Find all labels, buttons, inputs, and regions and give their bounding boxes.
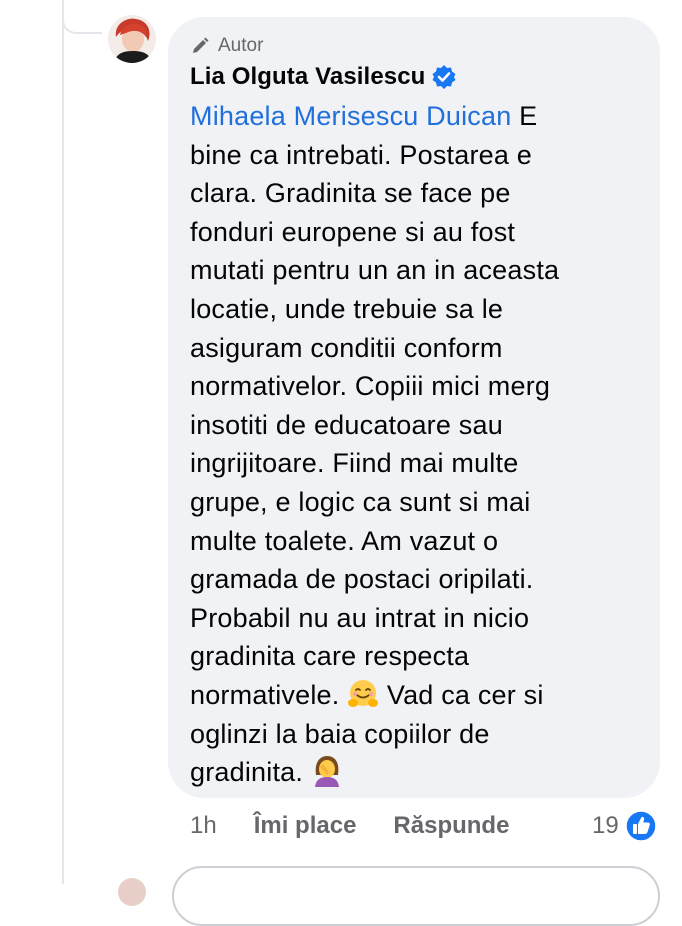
reply-avatar bbox=[118, 878, 146, 906]
text-line: fonduri europene si au fost bbox=[190, 216, 516, 247]
like-reaction-icon bbox=[624, 810, 657, 842]
text-line: mutati pentru un an in aceasta bbox=[190, 255, 560, 286]
text-line: bine ca intrebati. Postarea e bbox=[190, 139, 533, 170]
text-line: grupe, e logic ca sunt si mai bbox=[190, 486, 531, 517]
avatar-portrait-icon bbox=[108, 15, 156, 63]
text-line: locatie, unde trebuie sa le bbox=[190, 293, 504, 324]
avatar[interactable] bbox=[108, 15, 156, 63]
pencil-icon bbox=[193, 37, 209, 53]
text-line: normativele. bbox=[190, 679, 340, 710]
reaction-count: 19 bbox=[592, 812, 619, 839]
reply-button[interactable]: Răspunde bbox=[393, 812, 509, 840]
verified-badge-icon bbox=[432, 65, 456, 89]
reply-input[interactable] bbox=[172, 866, 660, 926]
text-line: gramada de postaci oripilati. bbox=[190, 564, 534, 595]
text-line: oglinzi la baia copiilor de bbox=[190, 718, 490, 749]
author-name[interactable]: Lia Olguta Vasilescu bbox=[190, 63, 425, 91]
text-line: gradinita care respecta bbox=[190, 641, 470, 672]
comment-text: Mihaela Merisescu Duican E bine ca intre… bbox=[190, 97, 638, 792]
text-line: asiguram conditii conform bbox=[190, 332, 503, 363]
comment-time: 1h bbox=[190, 812, 217, 839]
text-line: insotiti de educatoare sau bbox=[190, 409, 503, 440]
reaction-summary[interactable]: 19 bbox=[592, 808, 657, 844]
author-badge: Autor bbox=[190, 33, 638, 59]
comment-actions: 1h Îmi place Răspunde bbox=[190, 808, 509, 844]
comment-bubble: Autor Lia Olguta Vasilescu Mihaela Meris… bbox=[168, 17, 660, 798]
text-line: clara. Gradinita se face pe bbox=[190, 178, 511, 209]
text-line: multe toalete. Am vazut o bbox=[190, 525, 499, 556]
text-line: normativelor. Copiii mici merg bbox=[190, 371, 551, 402]
text-line: gradinita. bbox=[190, 757, 304, 788]
thread-line bbox=[62, 0, 64, 884]
text-line: E bbox=[511, 101, 538, 131]
thread-connector bbox=[62, 0, 102, 34]
hugging-face-emoji bbox=[348, 679, 379, 707]
mention-link[interactable]: Mihaela Merisescu Duican bbox=[190, 101, 511, 131]
facepalm-woman-emoji bbox=[314, 756, 339, 788]
text-line: Vad ca cer si bbox=[379, 679, 544, 710]
text-line: ingrijitoare. Fiind mai multe bbox=[190, 448, 519, 479]
text-line: Probabil nu au intrat in nicio bbox=[190, 602, 530, 633]
like-button[interactable]: Îmi place bbox=[254, 812, 357, 840]
author-badge-label: Autor bbox=[218, 35, 264, 56]
